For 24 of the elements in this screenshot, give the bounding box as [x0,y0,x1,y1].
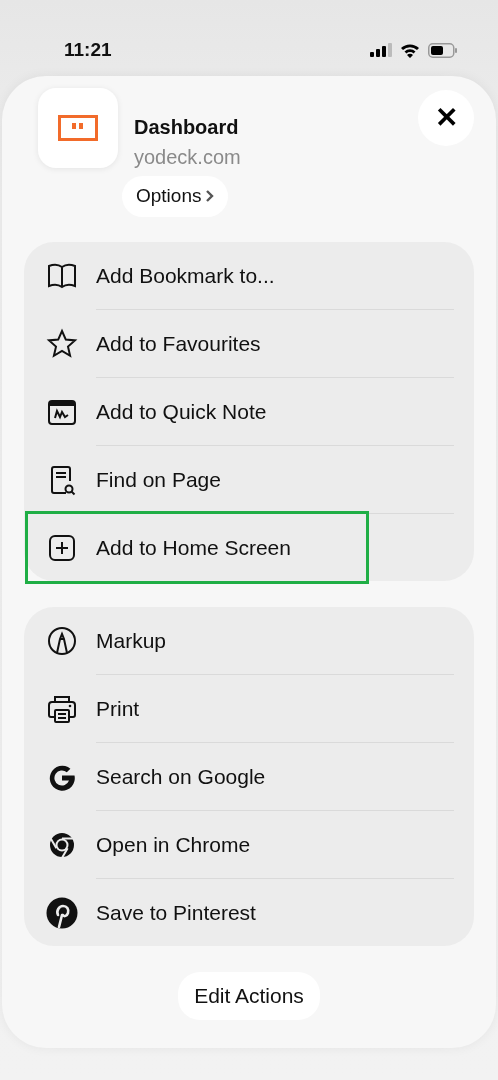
menu-item[interactable]: Find on Page [44,446,454,513]
pen-circle-icon [46,624,78,657]
options-button[interactable]: Options [122,176,229,217]
edit-actions-button[interactable]: Edit Actions [178,972,320,1020]
menu-item[interactable]: Save to Pinterest [44,879,454,946]
menu-item[interactable]: Add to Home Screen [28,514,366,581]
signal-icon [370,43,392,57]
menu-item[interactable]: Add to Favourites [44,310,454,377]
menu-item[interactable]: Add to Quick Note [44,378,454,445]
status-time: 11:21 [64,37,112,62]
chevron-icon [205,189,215,204]
page-title: Dashboard [134,115,239,140]
menu-item[interactable]: Markup [44,607,454,674]
battery-icon [428,42,458,58]
menu-item[interactable]: Search on Google [44,743,454,810]
pinterest-icon [46,896,78,929]
app-icon [38,88,118,168]
menu-item[interactable]: Open in Chrome [44,811,454,878]
wifi-icon [400,42,420,58]
close-button[interactable]: ✕ [418,90,474,146]
star-icon [46,327,78,360]
page-domain: yodeck.com [134,145,241,170]
menu-item[interactable]: Add Bookmark to... [44,242,454,309]
menu-item[interactable]: Print [44,675,454,742]
